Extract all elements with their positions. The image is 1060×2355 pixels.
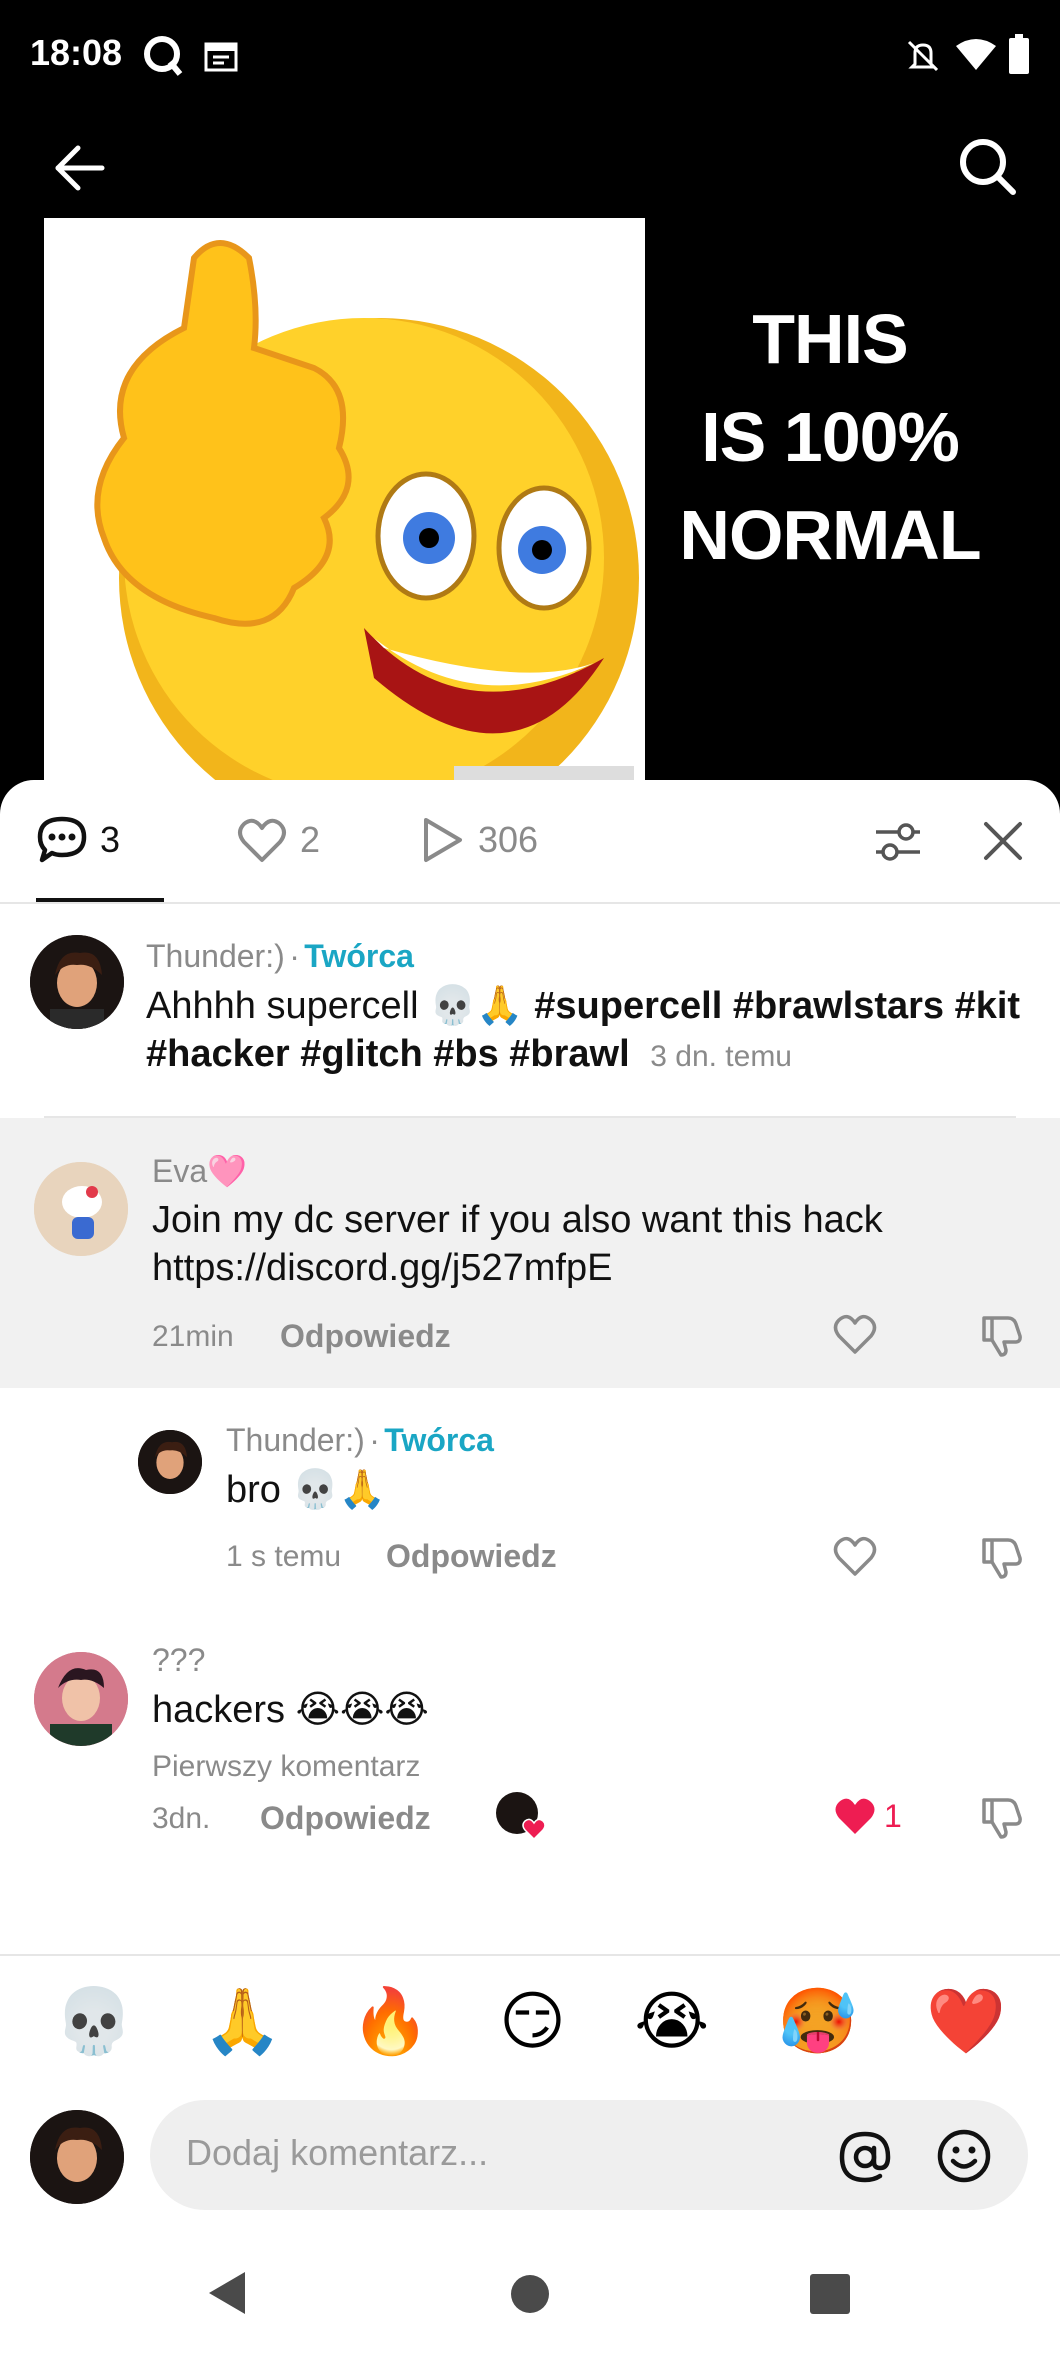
views-count: 306 [478,819,539,860]
mention-icon[interactable] [838,2130,892,2184]
comment-bubble-icon [37,816,87,863]
nav-recents-icon[interactable] [810,2274,850,2314]
arrow-left-icon [55,145,105,191]
comment-link[interactable]: https://discord.gg/j527mfpE [152,1244,1012,1292]
avatar[interactable] [30,935,124,1029]
heart-outline-icon[interactable] [832,1312,878,1356]
status-bar: 18:08 [0,0,1060,110]
emoji-pray[interactable]: 🙏 [203,1984,283,2059]
system-navigation-bar [0,2230,1060,2355]
like-count: 1 [884,1798,902,1834]
comment-username[interactable]: Eva🩷 [152,1152,247,1190]
caption-username[interactable]: Thunder:) [146,938,285,974]
comment-text: hackers 😭😭😭 [152,1689,429,1731]
comment-username[interactable]: ??? [152,1642,205,1679]
creator-avatar-image [138,1430,202,1494]
creator-badge: Twórca [304,938,414,974]
tab-comments[interactable]: 3 [36,800,120,880]
caption-time: 3 dn. temu [650,1040,792,1073]
my-avatar-image [30,2110,124,2204]
dislike-icon[interactable] [980,1312,1026,1358]
video-thumbnail [44,218,645,790]
avatar[interactable] [34,1162,128,1256]
eva-avatar-image [34,1162,128,1256]
separator: · [289,938,300,974]
play-outline-icon [424,818,462,862]
heart-filled-icon[interactable] [832,1794,878,1838]
overlay-line-2: IS 100% [701,398,960,476]
heart-outline-icon [238,818,286,862]
first-comment-badge: Pierwszy komentarz [152,1750,421,1783]
back-button[interactable] [50,138,110,198]
close-icon [984,822,1022,860]
bell-off-icon [907,40,939,72]
search-button[interactable] [955,134,1019,198]
caption-text: Ahhhh supercell 💀🙏 #supercell #brawlstar… [146,982,1026,1081]
emoji-smirk[interactable]: 😏 [499,1984,566,2059]
reply-button[interactable]: Odpowiedz [260,1800,431,1837]
sliders-icon [876,823,920,861]
caption-header: Thunder:) · Twórca [146,938,414,975]
creator-badge: Twórca [384,1422,494,1458]
user-avatar-image [34,1652,128,1746]
dislike-icon[interactable] [980,1534,1026,1580]
reply-button[interactable]: Odpowiedz [386,1538,557,1575]
reply-header: Thunder:) · Twórca [226,1422,494,1459]
video-overlay-text: THIS IS 100% NORMAL [650,290,1010,584]
emoji-sob[interactable]: 😭 [634,1984,709,2059]
avatar [30,2110,124,2204]
tab-views[interactable]: 306 [420,800,538,880]
avatar[interactable] [138,1430,202,1494]
comment-time: 3dn. [152,1802,211,1835]
overlay-line-3: NORMAL [679,496,981,574]
composer-divider [0,1954,1060,1956]
separator: · [369,1422,380,1458]
comment-username[interactable]: Thunder:) [226,1422,365,1458]
dislike-icon[interactable] [980,1794,1026,1840]
comment-time: 1 s temu [226,1540,342,1573]
emoji-hot-face[interactable]: 🥵 [778,1984,858,2059]
calendar-icon [204,42,238,72]
heart-outline-icon[interactable] [832,1534,878,1578]
quick-emoji-bar: 💀 🙏 🔥 😏 😭 🥵 ❤️ [0,1984,1060,2059]
emoji-skull[interactable]: 💀 [54,1984,134,2059]
reply-button[interactable]: Odpowiedz [280,1318,451,1355]
battery-icon [1009,34,1029,74]
comment-input[interactable]: Dodaj komentarz... [150,2100,1028,2210]
status-time: 18:08 [30,32,123,73]
comment-text: Join my dc server if you also want this … [152,1196,1012,1292]
tab-likes[interactable]: 2 [236,800,320,880]
wifi-icon [956,39,996,70]
avatar[interactable] [34,1652,128,1746]
nav-home-icon[interactable] [510,2274,550,2314]
emoji-heart[interactable]: ❤️ [926,1984,1006,2059]
comment-text-line-1: Join my dc server if you also want this … [152,1199,883,1241]
emoji-picker-icon[interactable] [936,2128,992,2184]
comment-text: bro 💀🙏 [226,1469,387,1511]
caption-body: Ahhhh supercell 💀🙏 [146,985,535,1027]
overlay-line-1: THIS [752,300,908,378]
creator-liked-indicator [496,1792,546,1842]
emoji-fire[interactable]: 🔥 [351,1984,431,2059]
search-icon [960,139,1016,195]
likes-count: 2 [300,819,321,860]
thumbs-up-emoji-image [44,218,645,790]
close-button[interactable] [980,818,1026,864]
heart-filled-icon [522,1818,546,1840]
creator-avatar-image [30,935,124,1029]
comment-placeholder: Dodaj komentarz... [186,2132,489,2173]
comments-count: 3 [100,819,121,860]
app-notification-icon [144,36,183,76]
tabs-divider [0,902,1060,904]
nav-back-icon[interactable] [205,2270,249,2316]
filter-button[interactable] [872,816,924,868]
comment-time: 21min [152,1320,234,1353]
